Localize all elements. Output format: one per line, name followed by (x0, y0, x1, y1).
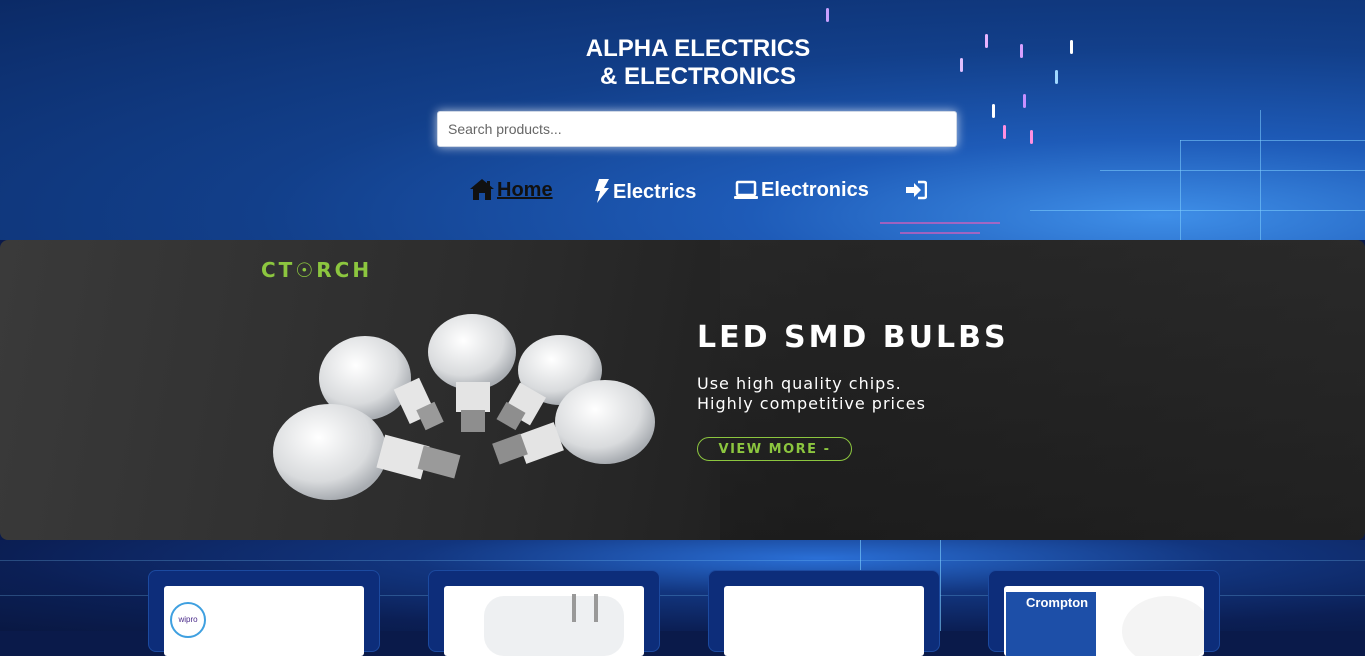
nav-item-home[interactable]: Home (469, 178, 553, 202)
product-card[interactable] (428, 570, 660, 656)
spark-decoration (1023, 94, 1026, 108)
spark-decoration (1030, 130, 1033, 144)
nav-item-electronics[interactable]: Electronics (733, 178, 869, 202)
spark-decoration (826, 8, 829, 22)
nav-item-electrics[interactable]: Electrics (593, 178, 696, 204)
site-title: ALPHA ELECTRICS & ELECTRONICS (0, 35, 1365, 91)
circuit-decoration (880, 222, 1000, 224)
banner-line2: Highly competitive prices (697, 394, 926, 413)
plug-pin (594, 594, 598, 622)
site-title-line2: & ELECTRONICS (599, 63, 796, 90)
banner-line1: Use high quality chips. (697, 374, 902, 393)
nav-item-electronics-label: Electronics (761, 179, 869, 201)
product-image[interactable] (444, 586, 644, 656)
led-bulbs-image (273, 314, 655, 500)
nav-item-login[interactable] (905, 180, 929, 200)
site-header: ALPHA ELECTRICS & ELECTRONICS Home Elect… (0, 0, 1365, 240)
circuit-decoration (940, 540, 941, 631)
product-image[interactable]: wipro (164, 586, 364, 656)
banner-heading: LED SMD BULBS (697, 320, 1009, 355)
view-more-button[interactable]: VIEW MORE - (697, 437, 852, 461)
bolt-icon (593, 178, 611, 204)
spark-decoration (992, 104, 995, 118)
nav-item-home-label: Home (497, 179, 553, 201)
product-image[interactable]: Crompton (1004, 586, 1204, 656)
main-nav: Home Electrics Electronics (0, 176, 1365, 216)
circuit-decoration (0, 560, 1365, 561)
product-card[interactable] (708, 570, 940, 656)
crompton-logo: Crompton (1026, 595, 1089, 610)
brand-logo: CT☉RCH (261, 258, 373, 282)
wipro-logo: wipro (170, 602, 206, 638)
search-input[interactable] (437, 111, 957, 147)
circuit-decoration (900, 232, 980, 234)
circuit-decoration (1180, 140, 1365, 141)
site-title-line1: ALPHA ELECTRICS (585, 35, 811, 62)
spark-decoration (1003, 125, 1006, 139)
hero-banner (0, 240, 1365, 540)
product-card[interactable]: wipro (148, 570, 380, 656)
cable-image (484, 596, 624, 656)
product-card[interactable]: Crompton (988, 570, 1220, 656)
nav-item-electrics-label: Electrics (613, 181, 697, 203)
product-light (1122, 596, 1204, 656)
sign-in-icon (905, 180, 927, 200)
circuit-decoration (1260, 110, 1261, 240)
circuit-decoration (1100, 170, 1365, 171)
product-image[interactable] (724, 586, 924, 656)
laptop-icon (733, 178, 759, 202)
home-icon (469, 178, 495, 202)
plug-pin (572, 594, 576, 622)
crompton-box: Crompton (1006, 592, 1096, 656)
